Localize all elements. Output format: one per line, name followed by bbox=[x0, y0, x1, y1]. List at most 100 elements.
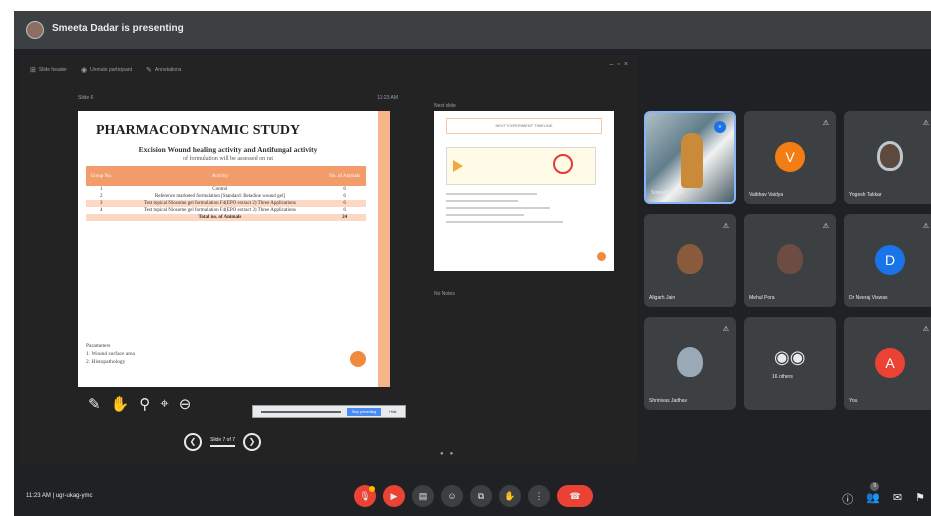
end-call-button[interactable]: ☎ bbox=[557, 485, 593, 507]
slide-navigation: ❮ Slide 7 of 7 ❯ bbox=[184, 433, 262, 451]
group-avatar-icon: ◉◉ bbox=[774, 347, 806, 367]
prev-slide-button[interactable]: ❮ bbox=[184, 433, 202, 451]
participant-tile[interactable]: ⚠ Yogesh Takkar bbox=[844, 111, 931, 204]
participant-tile[interactable]: ⚠ Mehul Pora bbox=[744, 214, 836, 307]
activities-icon[interactable]: ⚑ bbox=[915, 491, 925, 507]
mic-off-icon: ⚠ bbox=[822, 223, 829, 230]
table-row: 4 Test topical Niosome gel formulation F… bbox=[86, 207, 366, 214]
prohibited-icon bbox=[553, 154, 573, 174]
table-cell bbox=[86, 214, 117, 221]
avatar bbox=[777, 244, 803, 274]
total-value: 24 bbox=[323, 214, 366, 221]
stop-presenting-button[interactable]: Stop presenting bbox=[347, 408, 381, 416]
participant-count-badge: 9 bbox=[870, 482, 880, 491]
arrow-icon bbox=[453, 160, 463, 172]
parameters-title: Parameters bbox=[86, 343, 111, 349]
present-button[interactable]: ⧉ bbox=[470, 485, 492, 507]
hide-button[interactable]: Hide bbox=[385, 408, 401, 416]
table-cell: 1 bbox=[100, 187, 103, 192]
control-text bbox=[261, 411, 341, 413]
avatar: D bbox=[875, 245, 905, 275]
thumbnail-logo-icon bbox=[597, 252, 606, 261]
parameter-item: 2. Histopathology bbox=[86, 359, 126, 365]
separator: | bbox=[52, 493, 55, 499]
next-slide-label: Next slide bbox=[434, 103, 456, 109]
captions-button[interactable]: ▤ bbox=[412, 485, 434, 507]
presentation-panel[interactable]: ⊞ Slide header ◉ Unmute participant ✎ Annot… bbox=[20, 55, 638, 463]
table-cell: Reference marketed formulation [Standard… bbox=[154, 194, 285, 199]
window-controls[interactable]: –▫× bbox=[610, 61, 632, 68]
slides-icon: ⊞ bbox=[30, 67, 36, 74]
table-cell: 3 bbox=[86, 200, 117, 207]
mic-off-icon: ⚠ bbox=[722, 223, 729, 230]
speaker-notes: No Notes bbox=[434, 291, 455, 297]
toolbar-item[interactable]: ◉ Unmute participant bbox=[81, 66, 132, 74]
thumbnail-diagram bbox=[446, 147, 596, 185]
table-header: No. of Animals bbox=[323, 166, 366, 186]
mic-off-icon: ⚠ bbox=[722, 326, 729, 333]
mic-off-button[interactable]: 🎙 bbox=[354, 485, 376, 507]
chat-icon[interactable]: ✉ bbox=[893, 491, 902, 507]
pager-dots[interactable]: ●● bbox=[440, 451, 459, 457]
raise-hand-button[interactable]: ✋ bbox=[499, 485, 521, 507]
toolbar-item[interactable]: ✎ Annotations bbox=[146, 66, 181, 74]
people-icon[interactable]: 👥 9 bbox=[866, 482, 880, 507]
others-tile[interactable]: ◉◉ 16 others bbox=[744, 317, 836, 410]
hand-icon[interactable]: ✋ bbox=[111, 395, 130, 413]
mic-off-icon: ⚠ bbox=[922, 120, 929, 127]
next-slide-button[interactable]: ❯ bbox=[243, 433, 262, 451]
participant-name: Smeeta Dadar bbox=[651, 190, 684, 196]
participant-tile[interactable]: ⚠ V Vaibhav Vaidya bbox=[744, 111, 836, 204]
call-controls: 🎙 ▶ ▤ ☺ ⧉ ✋ ⋮ ☎ bbox=[354, 485, 593, 507]
table-cell: Control bbox=[212, 187, 228, 192]
toolbar-item[interactable]: ⊞ Slide header bbox=[30, 66, 67, 74]
side-actions: ⓘ 👥 9 ✉ ⚑ bbox=[842, 482, 925, 507]
table-cell: 6 bbox=[323, 200, 366, 207]
table-cell: Test topical Niosome gel formulation F4(… bbox=[143, 208, 296, 213]
avatar: V bbox=[775, 142, 805, 172]
zoom-icon[interactable]: ⚲ bbox=[139, 395, 150, 413]
table-cell: 6 bbox=[343, 208, 346, 213]
participant-name: Mehul Pora bbox=[749, 295, 775, 301]
table-total-row: Total no. of Animals 24 bbox=[86, 214, 366, 221]
thumbnail-title: NEXT EXPERIMENT TIMELINE bbox=[446, 118, 602, 134]
participant-tile[interactable]: ≡ Smeeta Dadar bbox=[644, 111, 736, 204]
slide-logo-icon bbox=[350, 351, 366, 367]
table-cell: 6 bbox=[343, 187, 346, 192]
annotation-toolbar: ✎ ✋ ⚲ ⌖ ⊖ bbox=[88, 395, 191, 413]
slide-subtitle: Excision Wound healing activity and Anti… bbox=[138, 145, 318, 154]
slide-time: 11:23 AM bbox=[377, 95, 398, 101]
mic-off-icon: ⚠ bbox=[922, 326, 929, 333]
info-icon[interactable]: ⓘ bbox=[842, 491, 853, 507]
meeting-code: ugr-ukag-ymc bbox=[55, 493, 93, 499]
participant-tile[interactable]: ⚠ Shrinivas Jadhav bbox=[644, 317, 736, 410]
more-options-button[interactable]: ⋮ bbox=[528, 485, 550, 507]
user-icon: ◉ bbox=[80, 67, 88, 74]
slide-number: Slide 6 bbox=[78, 95, 94, 101]
table-cell: 2 bbox=[100, 194, 103, 199]
participant-name: Dr Neeraj Viswas bbox=[849, 295, 888, 301]
parameters: Parameters 1. Wound surface area 2. Hist… bbox=[86, 342, 135, 366]
participant-name: Vaibhav Vaidya bbox=[749, 192, 784, 198]
camera-off-button[interactable]: ▶ bbox=[383, 485, 405, 507]
current-slide: PHARMACODYNAMIC STUDY Excision Wound hea… bbox=[78, 111, 390, 387]
mic-off-icon: ⚠ bbox=[922, 223, 929, 230]
pen-icon[interactable]: ✎ bbox=[88, 395, 101, 413]
participant-tile[interactable]: ⚠ D Dr Neeraj Viswas bbox=[844, 214, 931, 307]
pointer-icon[interactable]: ⌖ bbox=[160, 395, 168, 413]
warning-icon bbox=[369, 486, 375, 492]
meeting-controls-bar: 11:23 AM | ugr-ukag-ymc 🎙 ▶ ▤ ☺ ⧉ ✋ ⋮ ☎ … bbox=[14, 477, 931, 516]
table-cell: Test topical Niosome gel formulation F4(… bbox=[116, 200, 324, 207]
meet-window: Smeeta Dadar is presenting ⊞ Slide header… bbox=[14, 11, 931, 516]
emoji-button[interactable]: ☺ bbox=[441, 485, 463, 507]
presenting-control-box: Stop presenting Hide bbox=[252, 405, 406, 418]
presenting-banner: Smeeta Dadar is presenting bbox=[14, 11, 931, 49]
participant-tile[interactable]: ⚠ Aligarh Jain bbox=[644, 214, 736, 307]
participant-name: Shrinivas Jadhav bbox=[649, 398, 688, 404]
minus-icon[interactable]: ⊖ bbox=[179, 395, 192, 413]
next-slide-thumbnail[interactable]: NEXT EXPERIMENT TIMELINE bbox=[434, 111, 614, 271]
table-row: 3 Test topical Niosome gel formulation F… bbox=[86, 200, 366, 207]
screen: Smeeta Dadar is presenting ⊞ Slide header… bbox=[0, 0, 931, 516]
participant-tile[interactable]: ⚠ A You bbox=[844, 317, 931, 410]
table-cell: 6 bbox=[343, 194, 346, 199]
